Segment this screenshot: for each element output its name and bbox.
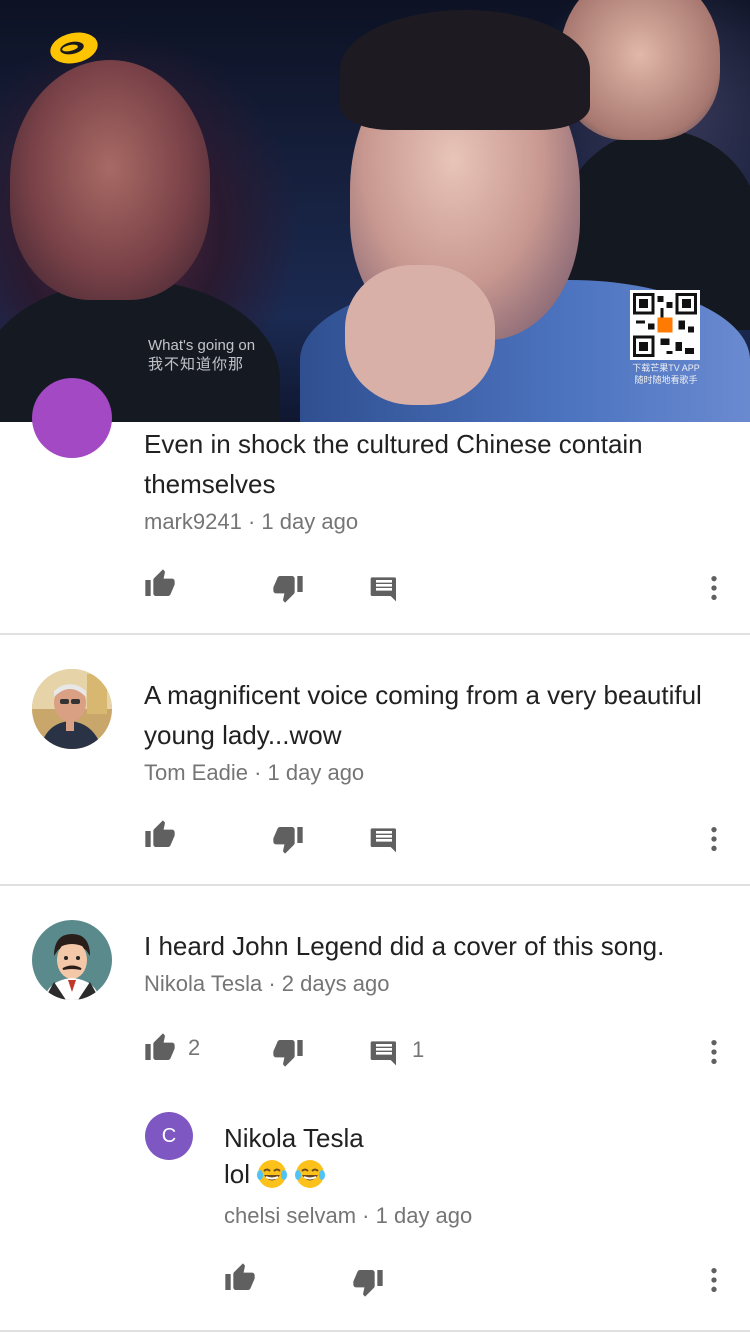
qr-caption-line-2: 随时随地看歌手 (634, 375, 698, 385)
like-button[interactable] (144, 568, 176, 600)
dislike-icon (273, 576, 303, 603)
meta-separator: · (362, 1203, 376, 1228)
video-player[interactable]: What's going on 我不知道你那 下载芒果TV APP 随时随地看歌… (0, 0, 750, 422)
like-button[interactable] (224, 1262, 256, 1294)
reply-meta: chelsi selvam · 1 day ago (224, 1201, 472, 1231)
laughing-tears-emoji-icon (295, 1160, 326, 1188)
reply-button[interactable] (368, 823, 400, 855)
comment-item: A magnificent voice coming from a very b… (0, 635, 750, 885)
reply-text-value: lol (224, 1159, 251, 1189)
laughing-tears-emoji-icon (257, 1160, 288, 1188)
more-options-button[interactable] (698, 1036, 730, 1068)
channel-logo-icon (50, 32, 98, 64)
like-icon (145, 1033, 175, 1060)
avatar[interactable] (32, 920, 112, 1000)
comment-actions (0, 817, 750, 857)
dislike-button[interactable] (272, 1036, 304, 1068)
comment-time: 2 days ago (281, 971, 390, 996)
comment-text: A magnificent voice coming from a very b… (144, 680, 702, 750)
user-illustration-icon (32, 920, 112, 1000)
reply-actions (0, 1260, 750, 1300)
comment-author[interactable]: Tom Eadie (144, 760, 248, 785)
dislike-button[interactable] (352, 1266, 384, 1298)
meta-separator: · (254, 760, 268, 785)
reply-icon (370, 1041, 396, 1066)
reply-avatar[interactable]: C (145, 1112, 193, 1160)
reply-author[interactable]: chelsi selvam (224, 1203, 356, 1228)
video-subtitle: What's going on 我不知道你那 (148, 336, 255, 374)
comment-text: I heard John Legend did a cover of this … (144, 931, 665, 961)
video-subtitle-en: What's going on (148, 337, 256, 354)
comment-actions (0, 566, 750, 606)
dislike-icon (273, 827, 303, 854)
more-options-button[interactable] (698, 1264, 730, 1296)
comment-item: Even in shock the cultured Chinese conta… (0, 378, 750, 634)
comment-author[interactable]: Nikola Tesla (144, 971, 262, 996)
more-options-button[interactable] (698, 823, 730, 855)
comment-actions: 2 1 (0, 1030, 750, 1070)
reply-time: 1 day ago (375, 1203, 473, 1228)
dislike-icon (273, 1040, 303, 1067)
reply-button[interactable] (368, 572, 400, 604)
reply-mention[interactable]: Nikola Tesla (224, 1120, 364, 1156)
like-icon (145, 820, 175, 847)
comment-meta: Nikola Tesla · 2 days ago (144, 969, 389, 999)
dislike-button[interactable] (272, 572, 304, 604)
reply-icon (370, 828, 396, 853)
like-icon (145, 569, 175, 596)
comment-author[interactable]: mark9241 (144, 509, 242, 534)
qr-caption: 下载芒果TV APP 随时随地看歌手 (626, 362, 706, 386)
meta-separator: · (268, 971, 282, 996)
more-vert-icon (711, 576, 717, 600)
dislike-button[interactable] (272, 823, 304, 855)
reply-button[interactable]: 1 (368, 1032, 424, 1068)
avatar[interactable] (32, 378, 112, 458)
qr-caption-line-1: 下载芒果TV APP (632, 363, 700, 373)
comment-meta: mark9241 · 1 day ago (144, 507, 358, 537)
video-person-left (10, 60, 210, 300)
reply-item: C Nikola Tesla lol chelsi selvam · 1 day… (0, 1110, 750, 1330)
video-person-center-hair (340, 10, 590, 130)
like-count: 2 (188, 1035, 201, 1060)
comment-divider (0, 1330, 750, 1332)
like-icon (225, 1263, 255, 1290)
dislike-icon (353, 1270, 383, 1297)
comment-item: I heard John Legend did a cover of this … (0, 886, 750, 1086)
qr-code-icon (630, 290, 700, 360)
reply-text: lol (224, 1156, 326, 1192)
more-options-button[interactable] (698, 572, 730, 604)
comment-time: 1 day ago (267, 760, 365, 785)
comment-meta: Tom Eadie · 1 day ago (144, 758, 364, 788)
video-person-hand (345, 265, 495, 405)
comment-time: 1 day ago (261, 509, 359, 534)
comment-text: Even in shock the cultured Chinese conta… (144, 429, 643, 499)
meta-separator: · (247, 509, 262, 534)
avatar[interactable] (32, 669, 112, 749)
reply-icon (370, 577, 396, 602)
like-button[interactable] (144, 819, 176, 851)
more-vert-icon (711, 1040, 717, 1064)
like-button[interactable]: 2 (144, 1032, 200, 1064)
more-vert-icon (711, 1268, 717, 1292)
more-vert-icon (711, 827, 717, 851)
video-subtitle-cn: 我不知道你那 (148, 356, 245, 373)
user-photo-icon (32, 669, 112, 749)
reply-count: 1 (412, 1037, 425, 1062)
